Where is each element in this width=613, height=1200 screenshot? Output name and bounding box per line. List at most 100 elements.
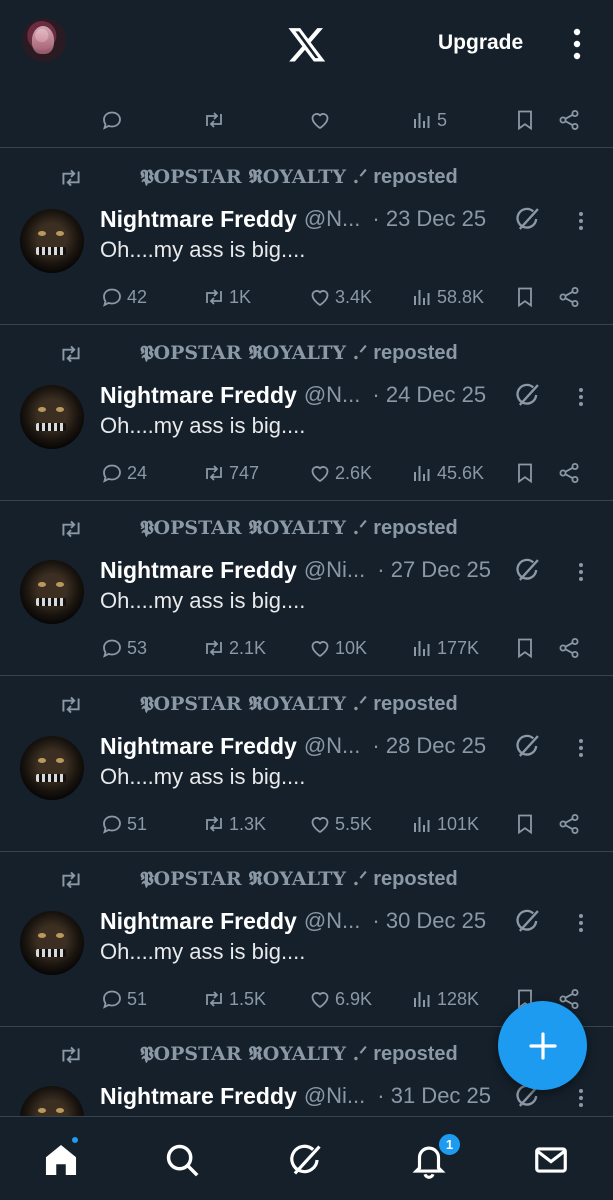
reposter-name[interactable]: 𝕻OPSTAR 𝕽OYALTY .ᐟ xyxy=(140,1043,367,1065)
reply-button[interactable] xyxy=(100,104,124,136)
post-date[interactable]: · 30 Dec 25 xyxy=(372,908,486,934)
author-avatar[interactable] xyxy=(20,209,84,273)
author-handle[interactable]: @N... xyxy=(304,908,361,934)
share-button[interactable] xyxy=(557,104,581,136)
like-button[interactable] xyxy=(308,104,332,136)
author-handle[interactable]: @N... xyxy=(304,733,361,759)
author-handle[interactable]: @N... xyxy=(304,206,361,232)
grok-icon[interactable] xyxy=(287,1141,325,1179)
grok-icon[interactable] xyxy=(514,732,542,760)
reply-button[interactable]: 51 xyxy=(100,983,147,1015)
reply-button[interactable]: 24 xyxy=(100,457,147,489)
share-button[interactable] xyxy=(557,808,581,840)
repost-indicator: 𝕻OPSTAR 𝕽OYALTY .ᐟ reposted xyxy=(58,692,458,718)
post[interactable]: 𝕻OPSTAR 𝕽OYALTY .ᐟ reposted Nightmare Fre… xyxy=(0,676,613,852)
bookmark-button[interactable] xyxy=(513,632,537,664)
reposter-name[interactable]: 𝕻OPSTAR 𝕽OYALTY .ᐟ xyxy=(140,517,367,539)
views-button[interactable]: 128K xyxy=(410,983,479,1015)
views-button[interactable]: 45.6K xyxy=(410,457,484,489)
messages-icon[interactable] xyxy=(532,1141,570,1179)
post-date[interactable]: · 31 Dec 25 xyxy=(377,1083,491,1109)
post-more-icon[interactable] xyxy=(570,560,592,584)
share-button[interactable] xyxy=(557,457,581,489)
repost-button[interactable]: 1K xyxy=(202,281,251,313)
post[interactable]: 𝕻OPSTAR 𝕽OYALTY .ᐟ reposted Nightmare Fre… xyxy=(0,325,613,501)
post-more-icon[interactable] xyxy=(570,209,592,233)
post-more-icon[interactable] xyxy=(570,385,592,409)
home-icon[interactable] xyxy=(42,1141,80,1179)
post-text: Oh....my ass is big.... xyxy=(100,413,306,438)
views-button[interactable]: 5 xyxy=(410,104,447,136)
author-avatar[interactable] xyxy=(20,736,84,800)
post[interactable]: 𝕻OPSTAR 𝕽OYALTY .ᐟ reposted Nightmare Fre… xyxy=(0,149,613,325)
post-date[interactable]: · 24 Dec 25 xyxy=(372,382,486,408)
share-icon xyxy=(559,110,579,130)
author-name[interactable]: Nightmare Freddy xyxy=(100,382,297,409)
notification-badge: 1 xyxy=(437,1132,462,1157)
reposter-name[interactable]: 𝕻OPSTAR 𝕽OYALTY .ᐟ xyxy=(140,166,367,188)
repost-button[interactable]: 2.1K xyxy=(202,632,266,664)
profile-avatar[interactable] xyxy=(22,18,66,62)
grok-icon[interactable] xyxy=(514,907,542,935)
post-date[interactable]: · 27 Dec 25 xyxy=(377,557,491,583)
upgrade-button[interactable]: Upgrade xyxy=(438,31,523,55)
like-button[interactable]: 6.9K xyxy=(308,983,372,1015)
reply-count: 24 xyxy=(127,462,148,483)
repost-icon xyxy=(62,871,80,889)
grok-icon[interactable] xyxy=(514,556,542,584)
share-button[interactable] xyxy=(557,281,581,313)
post-date[interactable]: · 28 Dec 25 xyxy=(372,733,486,759)
bookmark-button[interactable] xyxy=(513,104,537,136)
bookmark-button[interactable] xyxy=(513,808,537,840)
post[interactable]: 𝕻OPSTAR 𝕽OYALTY .ᐟ reposted Nightmare Fre… xyxy=(0,500,613,676)
author-handle[interactable]: @Ni... xyxy=(304,1083,365,1109)
grok-icon[interactable] xyxy=(514,205,542,233)
reply-icon xyxy=(103,639,121,658)
share-button[interactable] xyxy=(557,632,581,664)
author-handle[interactable]: @N... xyxy=(304,382,361,408)
author-name[interactable]: Nightmare Freddy xyxy=(100,557,297,584)
post[interactable]: 𝕻OPSTAR 𝕽OYALTY .ᐟ reposted Nightmare Fre… xyxy=(0,851,613,1027)
post-more-icon[interactable] xyxy=(570,911,592,935)
like-button[interactable]: 2.6K xyxy=(308,457,372,489)
views-button[interactable]: 177K xyxy=(410,632,479,664)
author-name[interactable]: Nightmare Freddy xyxy=(100,733,297,760)
search-icon[interactable] xyxy=(163,1141,201,1179)
reply-button[interactable]: 53 xyxy=(100,632,147,664)
repost-button[interactable]: 747 xyxy=(202,457,259,489)
bookmark-button[interactable] xyxy=(513,457,537,489)
repost-button[interactable] xyxy=(202,104,226,136)
views-button[interactable]: 101K xyxy=(410,808,479,840)
like-button[interactable]: 3.4K xyxy=(308,281,372,313)
reposter-name[interactable]: 𝕻OPSTAR 𝕽OYALTY .ᐟ xyxy=(140,693,367,715)
like-button[interactable]: 10K xyxy=(308,632,367,664)
author-avatar[interactable] xyxy=(20,560,84,624)
reply-button[interactable]: 42 xyxy=(100,281,147,313)
bookmark-button[interactable] xyxy=(513,281,537,313)
author-avatar[interactable] xyxy=(20,911,84,975)
author-avatar[interactable] xyxy=(20,385,84,449)
repost-indicator: 𝕻OPSTAR 𝕽OYALTY .ᐟ reposted xyxy=(58,516,458,542)
post-more-icon[interactable] xyxy=(570,1086,592,1110)
author-name[interactable]: Nightmare Freddy xyxy=(100,1083,297,1110)
post-header: Nightmare Freddy @Ni... · 27 Dec 25 xyxy=(100,555,520,585)
like-button[interactable]: 5.5K xyxy=(308,808,372,840)
grok-icon[interactable] xyxy=(514,381,542,409)
author-name[interactable]: Nightmare Freddy xyxy=(100,908,297,935)
post-more-icon[interactable] xyxy=(570,736,592,760)
kebab-menu-icon[interactable] xyxy=(566,26,588,62)
repost-icon xyxy=(206,112,222,128)
reposter-name[interactable]: 𝕻OPSTAR 𝕽OYALTY .ᐟ xyxy=(140,868,367,890)
x-logo-icon[interactable] xyxy=(287,24,327,64)
reply-count: 51 xyxy=(127,988,148,1009)
views-button[interactable]: 58.8K xyxy=(410,281,484,313)
author-name[interactable]: Nightmare Freddy xyxy=(100,206,297,233)
repost-button[interactable]: 1.5K xyxy=(202,983,266,1015)
reposter-name[interactable]: 𝕻OPSTAR 𝕽OYALTY .ᐟ xyxy=(140,342,367,364)
compose-button[interactable] xyxy=(498,1001,587,1090)
author-handle[interactable]: @Ni... xyxy=(304,557,365,583)
repost-button[interactable]: 1.3K xyxy=(202,808,266,840)
reply-button[interactable]: 51 xyxy=(100,808,147,840)
reply-count: 53 xyxy=(127,637,148,658)
post-date[interactable]: · 23 Dec 25 xyxy=(372,206,486,232)
